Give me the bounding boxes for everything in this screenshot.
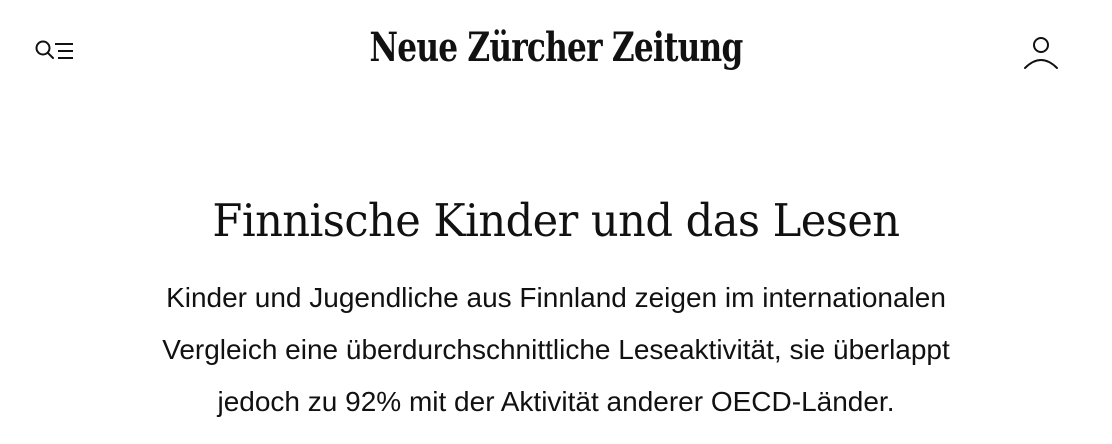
article-lead-line: Vergleich eine überdurchschnittliche Les… bbox=[162, 334, 950, 365]
search-menu-button[interactable] bbox=[34, 36, 76, 68]
top-navigation-bar: Neue Zürcher Zeitung bbox=[0, 0, 1112, 104]
article-lead: Kinder und Jugendliche aus Finnland zeig… bbox=[80, 272, 1032, 428]
article-title: Finnische Kinder und das Lesen bbox=[212, 194, 900, 247]
user-account-button[interactable] bbox=[1020, 32, 1062, 74]
user-icon bbox=[1024, 37, 1058, 69]
search-menu-icon bbox=[35, 40, 73, 59]
article-lead-line: Kinder und Jugendliche aus Finnland zeig… bbox=[166, 282, 946, 313]
site-logo[interactable]: Neue Zürcher Zeitung bbox=[122, 24, 989, 71]
article-lead-line: jedoch zu 92% mit der Aktivität anderer … bbox=[217, 386, 895, 417]
